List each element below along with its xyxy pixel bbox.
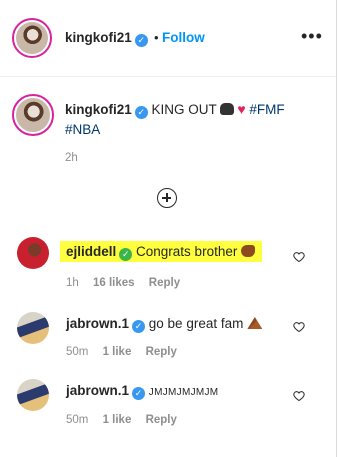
comment-meta: 1h 16 likes Reply	[66, 277, 191, 289]
comment-username[interactable]: ejliddell	[66, 244, 116, 259]
post-comments-panel: kingkofi21 ✓ • Follow ••• kingkofi21 ✓ KIN…	[0, 0, 337, 457]
comment-body: jabrown.1 ✓ go be great fam	[66, 315, 263, 333]
follow-button[interactable]: Follow	[162, 30, 205, 45]
verified-badge-icon: ✓	[132, 320, 146, 333]
caption-text: KING OUT	[151, 102, 217, 117]
comment-body: ejliddell ✓ Congrats brother	[60, 241, 263, 262]
comment-likes[interactable]: 1 like	[103, 346, 132, 358]
more-options-icon[interactable]: •••	[301, 26, 323, 47]
flexed-biceps-emoji-icon	[241, 245, 256, 257]
comment-meta: 50m 1 like Reply	[66, 346, 188, 358]
commenter-avatar[interactable]	[17, 312, 49, 344]
like-heart-icon[interactable]	[293, 390, 305, 402]
post-header: kingkofi21 ✓ • Follow •••	[0, 0, 336, 77]
reply-button[interactable]: Reply	[149, 277, 180, 289]
comment-username[interactable]: jabrown.1	[66, 316, 129, 331]
hashtag-nba[interactable]: #NBA	[65, 122, 100, 137]
comment-time[interactable]: 50m	[66, 414, 88, 426]
like-heart-icon[interactable]	[293, 321, 305, 333]
hashtag-fmf[interactable]: #FMF	[249, 102, 284, 117]
commenter-avatar[interactable]	[17, 237, 49, 269]
red-heart-emoji-icon: ♥	[237, 101, 246, 117]
comment-likes[interactable]: 16 likes	[93, 277, 135, 289]
verified-badge-icon: ✓	[134, 34, 148, 47]
author-avatar[interactable]	[12, 18, 52, 58]
comment-time[interactable]: 1h	[66, 277, 79, 289]
highlighted-comment: ejliddell ✓ Congrats brother	[60, 241, 263, 262]
reply-button[interactable]: Reply	[146, 414, 177, 426]
comment-body: jabrown.1 ✓ JMJMJMJMJM	[66, 382, 218, 402]
gorilla-emoji-icon	[220, 103, 235, 115]
caption-timestamp[interactable]: 2h	[65, 152, 78, 164]
comment-text: go be great fam	[148, 316, 244, 331]
separator-dot: •	[154, 30, 159, 45]
caption-avatar[interactable]	[12, 94, 54, 136]
comment-meta: 50m 1 like Reply	[66, 414, 188, 426]
post-caption: kingkofi21 ✓ KING OUT ♥ #FMF #NBA	[65, 99, 315, 140]
comment-likes[interactable]: 1 like	[103, 414, 132, 426]
comment-username[interactable]: jabrown.1	[66, 383, 129, 398]
comment-text: JMJMJMJMJM	[148, 387, 219, 398]
folded-hands-emoji-icon	[247, 317, 263, 329]
load-more-comments-button[interactable]	[157, 188, 177, 208]
verified-badge-icon: ✓	[134, 106, 148, 119]
commenter-avatar[interactable]	[17, 379, 49, 411]
comment-text: Congrats brother	[136, 244, 238, 259]
like-heart-icon[interactable]	[293, 251, 305, 263]
author-username[interactable]: kingkofi21	[65, 30, 132, 45]
verified-badge-icon: ✓	[119, 248, 133, 261]
comment-time[interactable]: 50m	[66, 346, 88, 358]
verified-badge-icon: ✓	[132, 387, 146, 400]
reply-button[interactable]: Reply	[146, 346, 177, 358]
caption-username[interactable]: kingkofi21	[65, 102, 132, 117]
